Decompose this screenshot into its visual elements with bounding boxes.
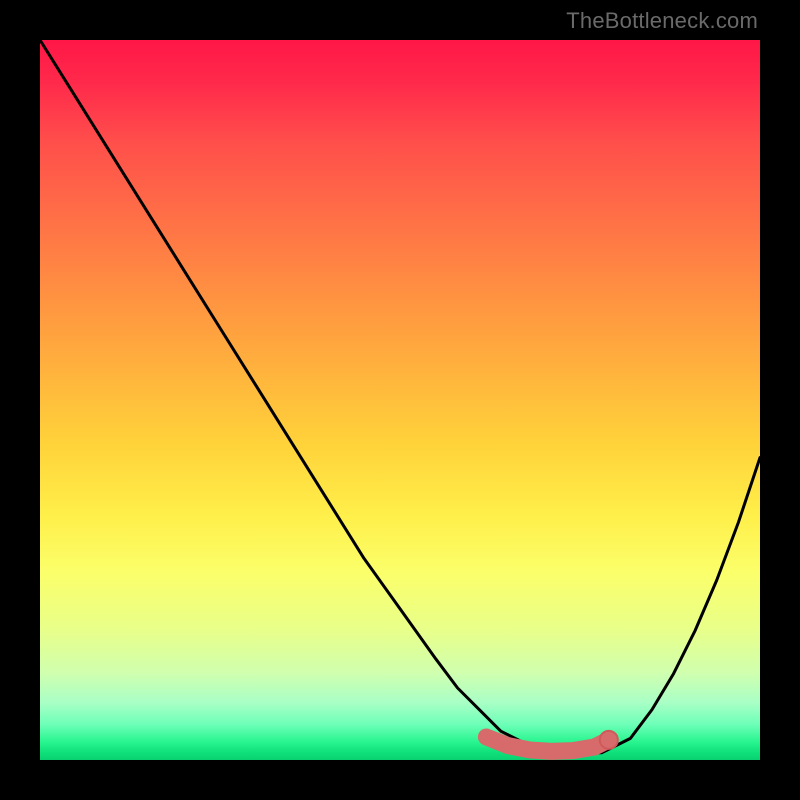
optimal-end-dot: [600, 731, 618, 749]
chart-svg: [40, 40, 760, 760]
bottleneck-curve: [40, 40, 760, 753]
plot-area: [40, 40, 760, 760]
chart-frame: TheBottleneck.com: [0, 0, 800, 800]
watermark-text: TheBottleneck.com: [566, 8, 758, 34]
optimal-flat-region: [486, 737, 608, 751]
